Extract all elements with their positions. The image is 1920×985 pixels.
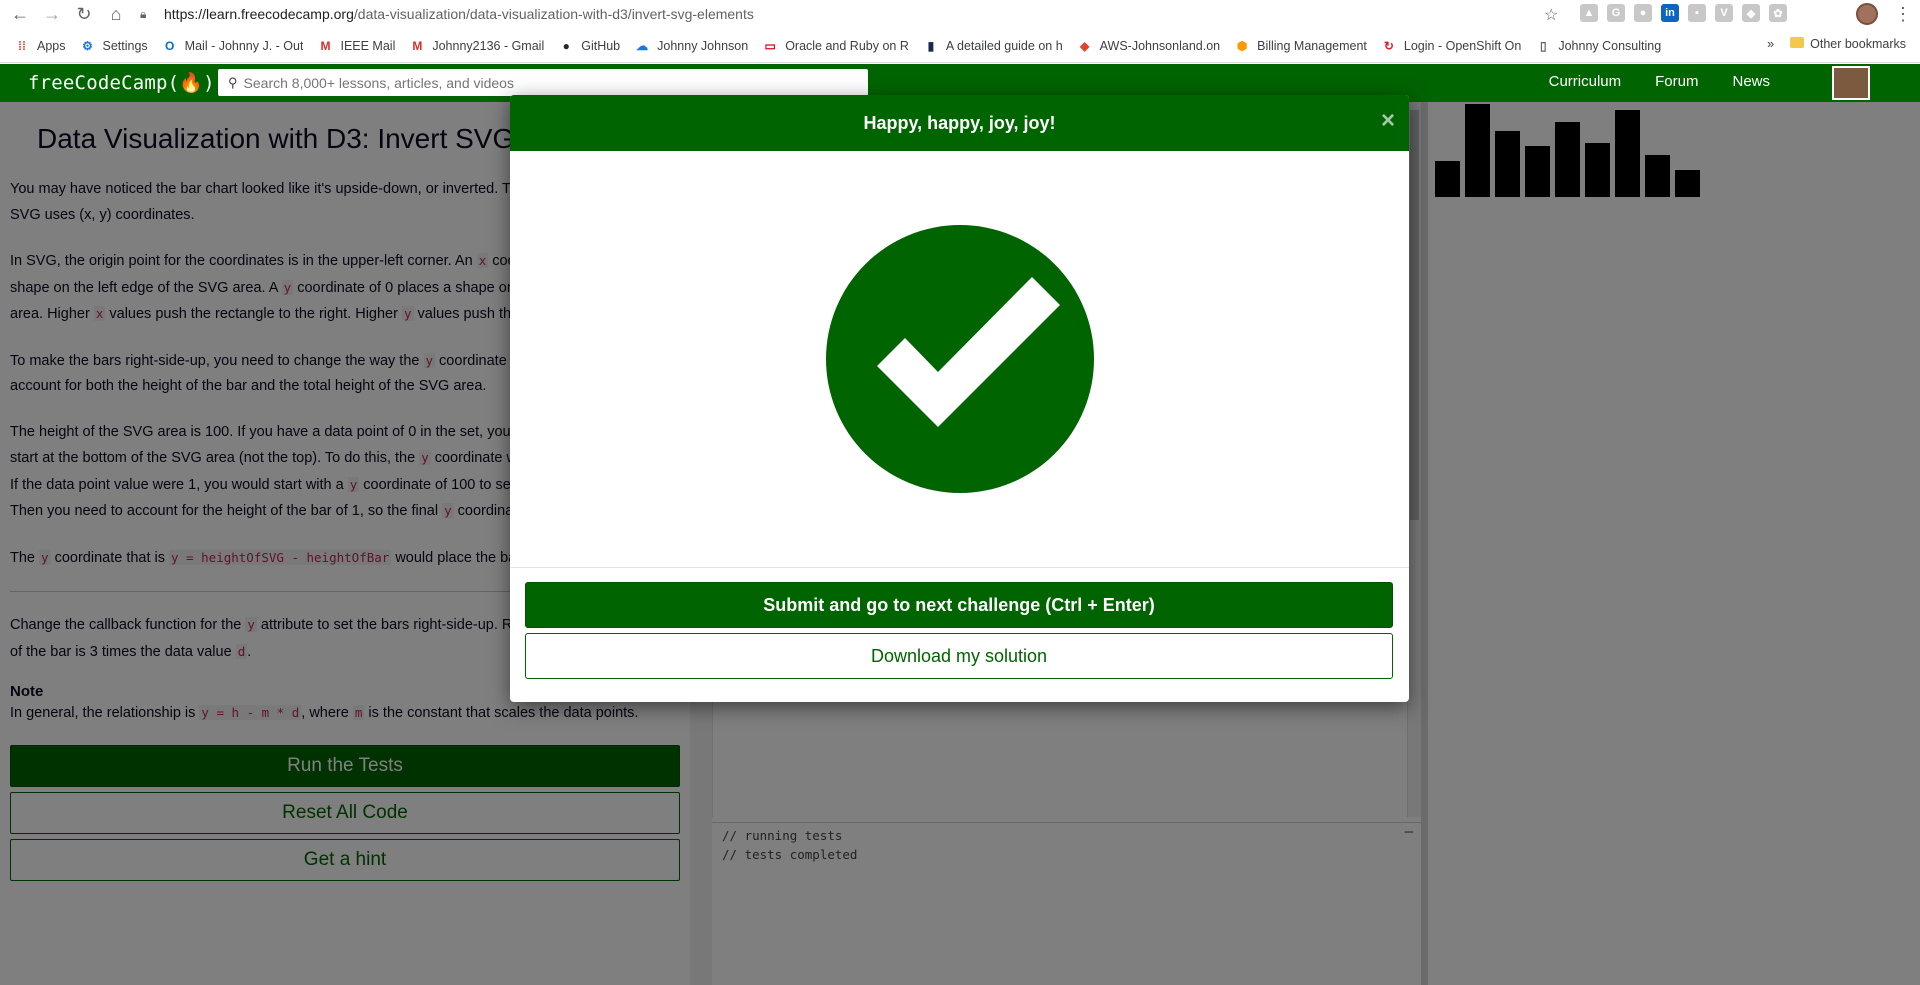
url-host: https://learn.freecodecamp.org (164, 6, 354, 22)
bookmark-label: Mail - Johnny J. - Out (184, 38, 304, 53)
other-bookmarks-label: Other bookmarks (1810, 37, 1906, 51)
profile-avatar[interactable] (1856, 3, 1878, 25)
bookmark-label: Johnny Consulting (1558, 38, 1662, 53)
home-icon[interactable]: ⌂ (104, 3, 128, 27)
bookmark-label: Settings (102, 38, 148, 53)
search-icon: ⚲ (228, 74, 238, 90)
nav-link-curriculum[interactable]: Curriculum (1549, 73, 1622, 90)
github-icon: ● (562, 38, 570, 53)
modal-body (510, 151, 1409, 568)
bookmark-label: Login - OpenShift On (1403, 38, 1522, 53)
bookmark-item[interactable]: ☁ Johnny Johnson (634, 38, 748, 54)
bookmark-star-icon[interactable]: ☆ (1544, 5, 1558, 25)
bookmark-label: IEEE Mail (340, 38, 396, 53)
bookmark-label: Billing Management (1257, 38, 1367, 53)
nav-link-forum[interactable]: Forum (1655, 73, 1698, 90)
pocket-extension-icon[interactable]: ◆ (1742, 4, 1760, 22)
page-icon: ▯ (1540, 38, 1547, 53)
success-check-icon (826, 225, 1094, 493)
reload-icon[interactable]: ↻ (72, 3, 96, 27)
bookmark-icon: ▮ (927, 38, 935, 53)
modal-header: Happy, happy, joy, joy! × (510, 95, 1409, 151)
download-solution-button[interactable]: Download my solution (525, 633, 1393, 679)
bookmark-item[interactable]: ▯ Johnny Consulting (1535, 38, 1661, 54)
submit-next-button[interactable]: Submit and go to next challenge (Ctrl + … (525, 582, 1393, 628)
chat-extension-icon[interactable]: ▪ (1688, 4, 1706, 22)
bookmark-item[interactable]: O Mail - Johnny J. - Out (162, 38, 304, 54)
drive-extension-icon[interactable]: ▲ (1580, 4, 1598, 22)
bookmark-label: Johnny Johnson (657, 38, 749, 53)
gmail-icon: M (412, 38, 423, 53)
cloud-icon: ☁ (636, 38, 649, 53)
nav-link-news[interactable]: News (1732, 73, 1770, 90)
close-icon[interactable]: × (1381, 109, 1395, 133)
bookmark-item[interactable]: ⚙ Settings (80, 38, 148, 54)
fcc-search-box[interactable]: ⚲ (218, 69, 868, 96)
aws-icon: ⬢ (1236, 38, 1248, 53)
bookmark-label: Oracle and Ruby on R (785, 38, 909, 53)
bookmark-item[interactable]: M Johnny2136 - Gmail (409, 38, 544, 54)
fcc-nav-links: Curriculum Forum News (1549, 73, 1770, 90)
other-bookmarks-folder[interactable]: Other bookmarks (1790, 37, 1906, 51)
browser-menu-icon[interactable]: ⋮ (1894, 4, 1912, 25)
browser-toolbar: ← → ↻ ⌂ 🔒︎ https://learn.freecodecamp.or… (0, 0, 1920, 29)
bookmark-label: Apps (37, 38, 66, 53)
back-arrow-icon[interactable]: ← (8, 3, 32, 27)
modal-footer: Submit and go to next challenge (Ctrl + … (510, 568, 1409, 679)
bookmark-item[interactable]: ◆ AWS-Johnsonland.on (1077, 38, 1220, 54)
circle-extension-icon[interactable]: ● (1634, 4, 1652, 22)
oracle-icon: ▭ (764, 38, 776, 53)
gmail-icon: M (320, 38, 331, 53)
vue-extension-icon[interactable]: V (1715, 4, 1733, 22)
settings-extension-icon[interactable]: ✿ (1769, 4, 1787, 22)
linkedin-extension-icon[interactable]: in (1661, 4, 1679, 22)
bookmarks-overflow-icon[interactable]: » (1767, 37, 1774, 51)
forward-arrow-icon[interactable]: → (40, 3, 64, 27)
completion-modal: Happy, happy, joy, joy! × Submit and go … (510, 95, 1409, 702)
bookmark-item[interactable]: ▮ A detailed guide on h (923, 38, 1063, 54)
search-input[interactable] (243, 74, 844, 91)
bookmark-label: A detailed guide on h (945, 38, 1063, 53)
url-path: /data-visualization/data-visualization-w… (353, 6, 754, 22)
bookmark-item[interactable]: ⬢ Billing Management (1234, 38, 1367, 54)
bookmark-item[interactable]: ⁞⁞ Apps (14, 38, 66, 54)
address-bar[interactable]: 🔒︎ https://learn.freecodecamp.org/data-v… (140, 2, 1560, 26)
bookmark-item[interactable]: ↻ Login - OpenShift On (1381, 38, 1521, 54)
bookmark-label: Johnny2136 - Gmail (432, 38, 545, 53)
bookmark-label: GitHub (581, 38, 621, 53)
grammarly-extension-icon[interactable]: G (1607, 4, 1625, 22)
user-avatar[interactable] (1832, 66, 1870, 100)
fcc-logo[interactable]: freeCodeCamp(🔥) (28, 71, 215, 94)
apps-grid-icon: ⁞⁞ (18, 38, 26, 53)
bookmark-item[interactable]: M IEEE Mail (317, 38, 395, 54)
bookmarks-right: » Other bookmarks (1767, 37, 1906, 51)
outlook-icon: O (165, 38, 175, 53)
lock-icon: 🔒︎ (140, 6, 147, 21)
bookmark-item[interactable]: ▭ Oracle and Ruby on R (762, 38, 909, 54)
bookmark-label: AWS-Johnsonland.on (1099, 38, 1221, 53)
openshift-icon: ↻ (1383, 38, 1394, 53)
gitlab-icon: ◆ (1080, 38, 1090, 53)
folder-icon (1790, 37, 1805, 48)
extension-icons: ▲ G ● in ▪ V ◆ ✿ (1580, 4, 1787, 22)
bookmarks-bar: ⁞⁞ Apps ⚙ Settings O Mail - Johnny J. - Out M I… (0, 29, 1920, 63)
bookmark-item[interactable]: ● GitHub (558, 38, 621, 54)
gear-icon: ⚙ (82, 38, 93, 53)
modal-title: Happy, happy, joy, joy! (863, 112, 1056, 133)
